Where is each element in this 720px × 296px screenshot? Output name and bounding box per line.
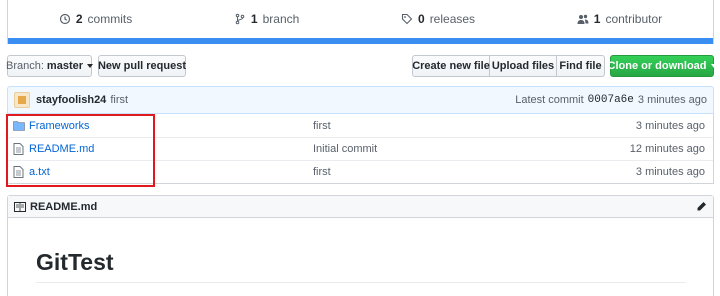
readme-filename: README.md (30, 200, 98, 213)
language-bar[interactable] (8, 38, 713, 44)
releases-label: releases (429, 12, 476, 26)
latest-commit-bar: stayfoolish24 first Latest commit 0007a6… (7, 86, 714, 114)
new-pull-request-button[interactable]: New pull request (98, 55, 186, 77)
releases-count: 0 (418, 12, 425, 26)
contributors-link[interactable]: 1 contributor (577, 12, 662, 26)
branches-link[interactable]: 1 branch (234, 12, 299, 26)
commit-author[interactable]: stayfoolish24 (36, 94, 106, 106)
file-commit-message[interactable]: Initial commit (313, 143, 377, 155)
clone-or-download-label: Clone or download (607, 60, 707, 72)
pencil-icon[interactable] (696, 201, 707, 212)
contributor-label: contributor (605, 12, 663, 26)
find-file-button[interactable]: Find file (557, 55, 605, 77)
readme-title: GitTest (36, 249, 114, 275)
readme-panel: README.md GitTest (7, 195, 714, 296)
branch-name: master (46, 60, 83, 72)
file-age: 3 minutes ago (635, 166, 705, 178)
branch-icon (235, 13, 245, 25)
create-new-file-button[interactable]: Create new file (412, 55, 490, 77)
commit-message[interactable]: first (110, 94, 128, 106)
file-commit-message[interactable]: first (313, 120, 331, 132)
contributor-count: 1 (593, 12, 601, 26)
book-icon (14, 201, 26, 212)
releases-link[interactable]: 0 releases (401, 12, 475, 26)
branch-label: branch (262, 12, 300, 26)
history-icon (59, 13, 70, 25)
repo-stats-bar: 2 commits 1 branch 0 releases 1 contribu… (7, 0, 714, 44)
readme-header: README.md (8, 196, 713, 218)
file-age: 3 minutes ago (635, 119, 705, 132)
tag-icon (401, 13, 413, 25)
avatar[interactable] (14, 92, 30, 108)
commits-link[interactable]: 2 commits (59, 12, 132, 26)
clone-or-download-button[interactable]: Clone or download (607, 55, 717, 77)
people-icon (577, 14, 589, 24)
dropdown-caret-icon (87, 64, 93, 68)
commits-count: 2 (75, 12, 83, 26)
latest-commit-label: Latest commit (515, 94, 584, 106)
file-commit-message[interactable]: first (313, 166, 331, 178)
commits-label: commits (87, 12, 133, 26)
file-age: 12 minutes ago (629, 143, 705, 155)
branch-select-button[interactable]: Branch: master (6, 55, 93, 77)
branch-prefix: Branch: (6, 60, 44, 72)
commit-sha[interactable]: 0007a6e (588, 94, 634, 106)
branch-count: 1 (250, 12, 258, 26)
divider (36, 282, 686, 283)
dropdown-caret-icon (710, 64, 717, 68)
commit-age: 3 minutes ago (637, 94, 707, 106)
highlight-box (6, 114, 155, 187)
upload-files-button[interactable]: Upload files (490, 55, 557, 77)
